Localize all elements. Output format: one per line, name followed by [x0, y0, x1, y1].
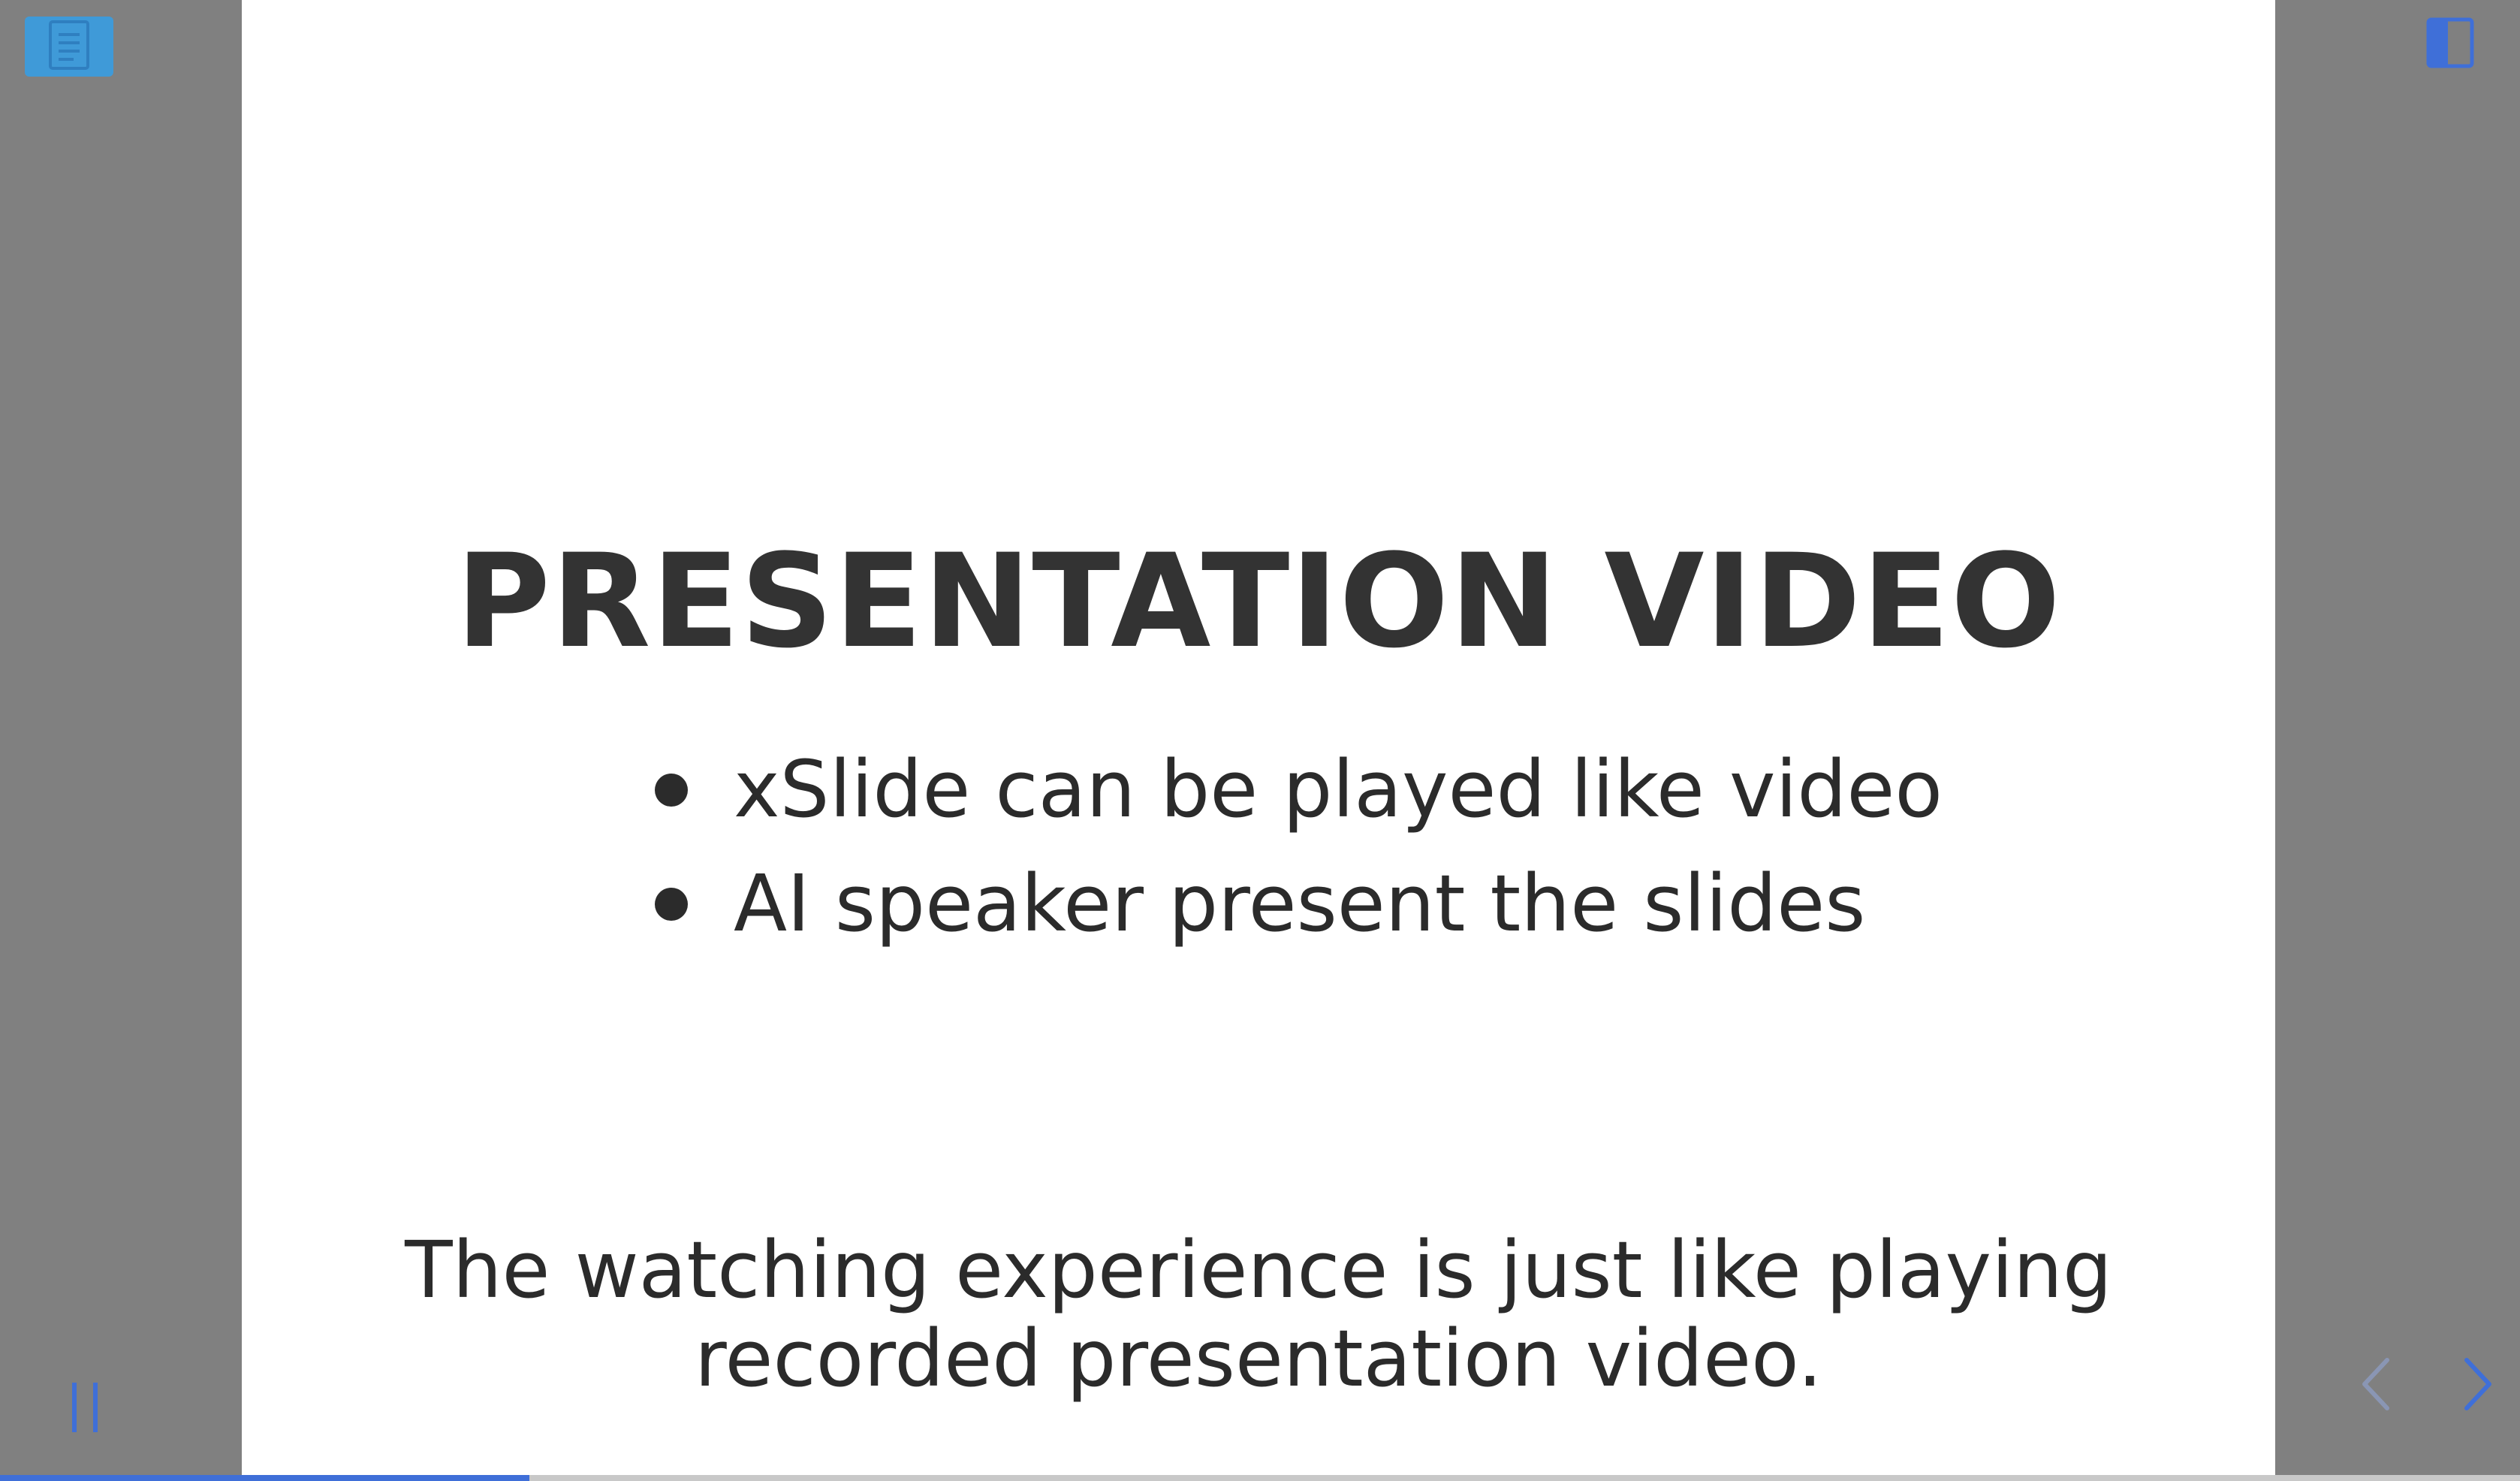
sidebar-toggle-icon — [2426, 17, 2474, 71]
chevron-left-icon — [2357, 1356, 2393, 1416]
bullet-list: xSlide can be played like video AI speak… — [655, 732, 1943, 961]
bullet-text: xSlide can be played like video — [734, 744, 1943, 835]
playback-progress-fill — [0, 1475, 529, 1481]
notes-button[interactable] — [25, 17, 113, 77]
next-slide-button[interactable] — [2452, 1352, 2505, 1419]
notes-document-icon — [48, 20, 90, 74]
slide-title: PRESENTATION VIDEO — [455, 526, 2062, 677]
bullet-item: xSlide can be played like video — [655, 732, 1943, 846]
pause-button[interactable] — [59, 1374, 113, 1443]
pause-icon — [68, 1380, 104, 1438]
speaker-caption: The watching experience is just like pla… — [405, 1224, 2112, 1404]
playback-progress-bar[interactable] — [0, 1475, 2520, 1481]
bullet-text: AI speaker present the slides — [734, 858, 1866, 949]
slide: PRESENTATION VIDEO xSlide can be played … — [242, 0, 2275, 1476]
sidebar-toggle-button[interactable] — [2424, 17, 2476, 71]
chevron-right-icon — [2461, 1356, 2497, 1416]
bullet-dot-icon — [655, 774, 688, 807]
previous-slide-button[interactable] — [2349, 1352, 2401, 1419]
presentation-player: PRESENTATION VIDEO xSlide can be played … — [0, 0, 2520, 1481]
bullet-dot-icon — [655, 888, 688, 921]
bullet-item: AI speaker present the slides — [655, 846, 1943, 961]
